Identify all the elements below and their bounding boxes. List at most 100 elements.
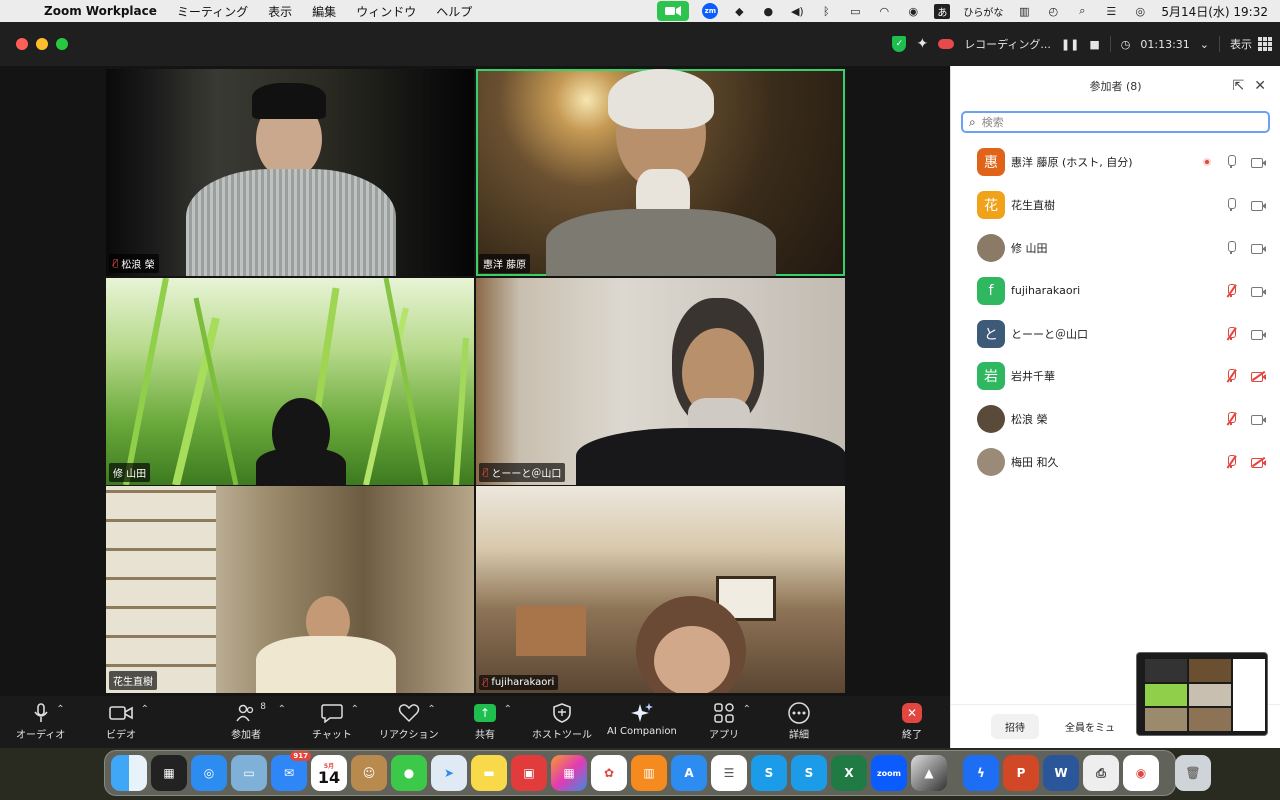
ai-sparkle-icon[interactable]: ✦ [916, 36, 928, 52]
zoom-camera-status-icon[interactable] [657, 1, 690, 21]
photos-icon[interactable]: ✿ [591, 755, 627, 791]
participant-search[interactable]: ⌕ [961, 111, 1270, 133]
apps-button[interactable]: ⌃ アプリ [709, 700, 751, 741]
invite-button[interactable]: 招待 [991, 714, 1039, 739]
video-tile[interactable]: 🎙̸ fujiharakaori [476, 486, 845, 693]
chat-button[interactable]: ⌃ チャット [312, 700, 359, 741]
video-camera-icon[interactable] [1251, 200, 1266, 212]
meeting-preview-thumbnail[interactable] [1136, 652, 1268, 736]
reminders-icon[interactable]: ☰ [711, 755, 747, 791]
participant-row[interactable]: 梅田 和久 [951, 441, 1280, 484]
video-camera-icon[interactable] [1251, 157, 1266, 169]
safari-icon[interactable]: ◎ [191, 755, 227, 791]
video-off-icon[interactable] [1251, 456, 1266, 468]
chevron-down-icon[interactable]: ⌄ [1200, 38, 1209, 51]
chevron-up-icon[interactable]: ⌃ [351, 704, 359, 715]
powerpoint-icon[interactable]: P [1003, 755, 1039, 791]
share-button[interactable]: ↑ ⌃ 共有 [474, 700, 512, 741]
chevron-up-icon[interactable]: ⌃ [56, 704, 64, 715]
siri-icon[interactable]: ◎ [1132, 4, 1148, 18]
participant-row[interactable]: 修 山田 [951, 227, 1280, 270]
skype-alt-icon[interactable]: S [791, 755, 827, 791]
messenger-icon[interactable]: ϟ [963, 755, 999, 791]
trash-icon[interactable]: 🗑 [1175, 755, 1211, 791]
launchpad-icon[interactable]: ▦ [551, 755, 587, 791]
video-tile[interactable]: 🎙̸ とーーと＠山口 [476, 278, 845, 485]
chevron-up-icon[interactable]: ⌃ [743, 704, 751, 715]
dropbox-icon[interactable]: ◆ [731, 4, 747, 18]
muted-mic-icon[interactable] [1225, 369, 1237, 383]
participant-row[interactable]: 岩岩井千華 [951, 355, 1280, 398]
close-window-button[interactable] [16, 38, 28, 50]
photo-booth-icon[interactable]: ▣ [511, 755, 547, 791]
spotlight-icon[interactable]: ⌕ [1074, 4, 1090, 18]
video-button[interactable]: ⌃ ビデオ [106, 700, 149, 741]
pop-out-icon[interactable]: ⇱ [1233, 78, 1245, 94]
zoom-menu-icon[interactable]: zm [702, 3, 719, 19]
microphone-icon[interactable] [1225, 155, 1237, 169]
word-icon[interactable]: W [1043, 755, 1079, 791]
preview-icon[interactable]: ▭ [231, 755, 267, 791]
books-icon[interactable]: ▥ [631, 755, 667, 791]
chrome-icon[interactable]: ◉ [1123, 755, 1159, 791]
fullscreen-window-button[interactable] [56, 38, 68, 50]
participant-row[interactable]: f fujiharakaori [951, 269, 1280, 312]
close-icon[interactable]: ✕ [1254, 78, 1266, 94]
stop-recording-icon[interactable]: ■ [1089, 38, 1099, 51]
end-meeting-button[interactable]: ✕ 終了 [902, 700, 922, 741]
muted-mic-icon[interactable] [1225, 454, 1237, 469]
ai-companion-button[interactable]: AI Companion [607, 700, 677, 737]
recording-label[interactable]: レコーディング... [964, 36, 1051, 52]
control-center-icon[interactable]: ☰ [1103, 4, 1119, 18]
minimize-window-button[interactable] [36, 38, 48, 50]
contacts-icon[interactable]: ☺ [351, 755, 387, 791]
muted-mic-icon[interactable] [1225, 412, 1237, 426]
battery-icon[interactable]: ▭ [847, 4, 863, 18]
chevron-up-icon[interactable]: ⌃ [427, 704, 435, 715]
participant-row[interactable]: 花花生直樹 [951, 184, 1280, 227]
microphone-icon[interactable] [1225, 240, 1237, 255]
participant-row[interactable]: 松浪 榮 [951, 398, 1280, 441]
meeting-timer[interactable]: 01:13:31 [1140, 38, 1189, 51]
pause-recording-icon[interactable]: ❚❚ [1061, 38, 1079, 51]
app-store-icon[interactable]: A [671, 755, 707, 791]
encryption-shield-icon[interactable]: ✓ [892, 36, 907, 52]
drive-icon[interactable]: ▲ [911, 755, 947, 791]
skype-icon[interactable]: S [751, 755, 787, 791]
microphone-icon[interactable] [1225, 198, 1237, 212]
vpn-icon[interactable]: ● [760, 4, 776, 18]
memory-icon[interactable]: ▥ [1016, 4, 1032, 18]
menu-meeting[interactable]: ミーティング [177, 3, 248, 20]
muted-mic-icon[interactable] [1225, 283, 1237, 298]
wifi-icon[interactable]: ◠ [876, 4, 892, 18]
mail-icon[interactable]: ✉ 917 [271, 751, 311, 791]
maps-icon[interactable]: ➤ [431, 755, 467, 791]
video-tile-active-speaker[interactable]: 惠洋 藤原 [476, 69, 845, 276]
menu-view[interactable]: 表示 [268, 3, 292, 20]
video-camera-icon[interactable] [1251, 329, 1266, 340]
participant-row[interactable]: 惠惠洋 藤原 (ホスト, 自分) [951, 141, 1280, 184]
reactions-button[interactable]: ⌃ リアクション [379, 700, 439, 741]
calendar-icon[interactable]: 5月 14 [311, 755, 347, 791]
video-off-icon[interactable] [1251, 371, 1266, 383]
zoom-app-icon[interactable]: zoom [871, 755, 907, 791]
video-camera-icon[interactable] [1251, 243, 1266, 254]
view-button[interactable]: 表示 [1230, 36, 1272, 52]
chevron-up-icon[interactable]: ⌃ [278, 704, 286, 715]
notes-icon[interactable]: ▬ [471, 755, 507, 791]
chevron-up-icon[interactable]: ⌃ [141, 704, 149, 715]
audio-button[interactable]: ⌃ オーディオ [16, 700, 65, 741]
volume-icon[interactable]: ◀) [789, 4, 805, 18]
input-method-label[interactable]: ひらがな [963, 4, 1003, 19]
muted-mic-icon[interactable] [1225, 326, 1237, 341]
excel-icon[interactable]: X [831, 755, 867, 791]
host-tools-button[interactable]: ホストツール [532, 700, 592, 741]
time-machine-icon[interactable]: ◴ [1045, 4, 1061, 18]
participant-row[interactable]: ととーーと＠山口 [951, 312, 1280, 355]
mission-control-icon[interactable]: ▦ [151, 755, 187, 791]
search-input[interactable] [981, 115, 1242, 129]
video-tile[interactable]: 花生直樹 [106, 486, 474, 693]
menu-help[interactable]: ヘルプ [436, 3, 472, 20]
finder-icon[interactable] [111, 755, 147, 791]
messages-icon[interactable]: ● [391, 755, 427, 791]
